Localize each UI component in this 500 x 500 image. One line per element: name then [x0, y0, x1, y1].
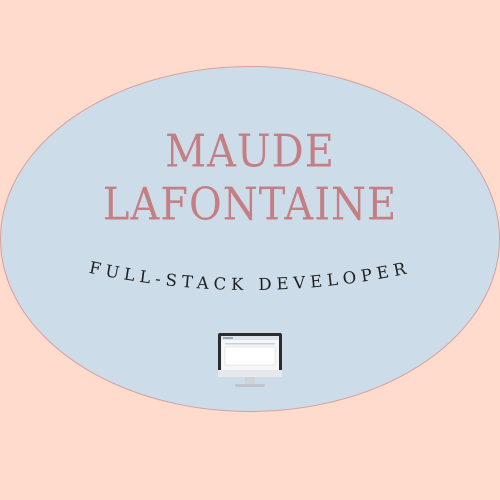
desktop-computer-icon [218, 333, 282, 387]
subtitle-arc: FULL-STACK DEVELOPER [88, 258, 413, 294]
subtitle: FULL-STACK DEVELOPER [88, 258, 413, 294]
logo-canvas: MAUDE LAFONTAINE FULL-STACK DEVELOPER [0, 0, 500, 500]
